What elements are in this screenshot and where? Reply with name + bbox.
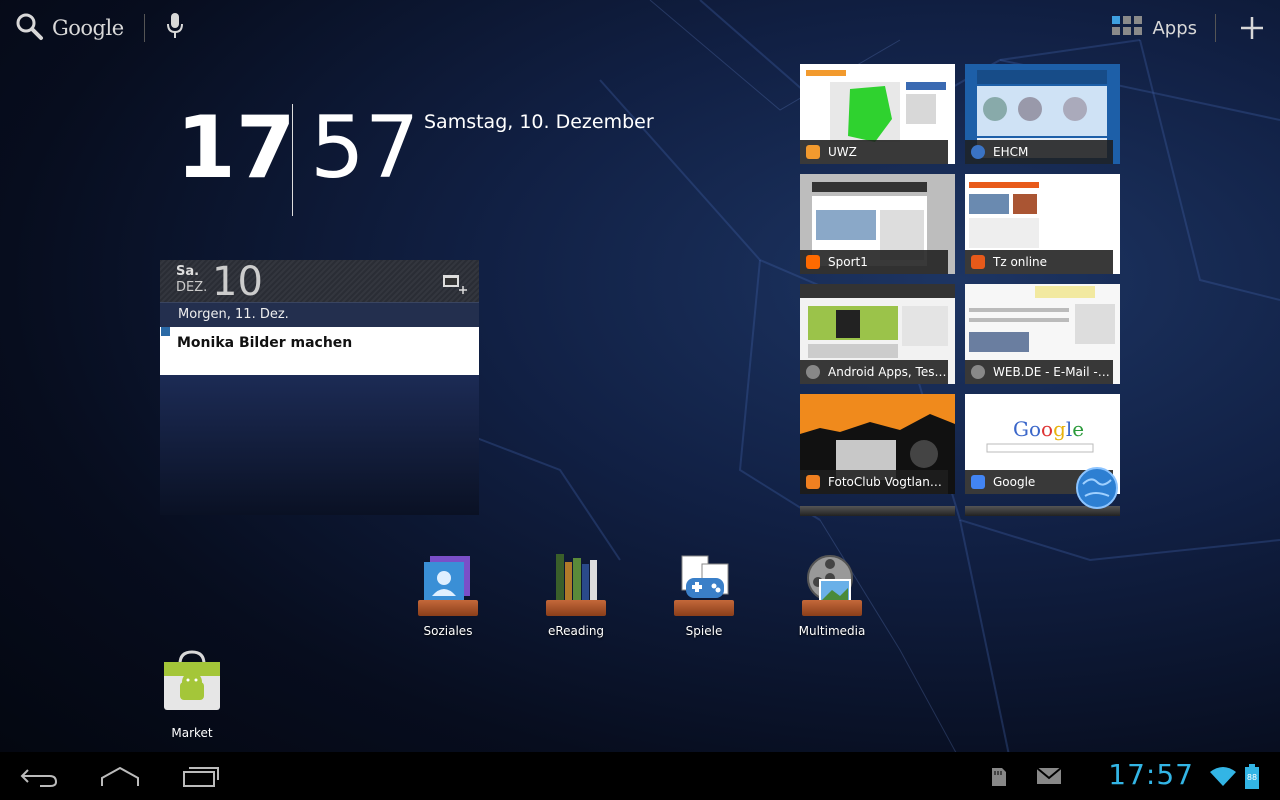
add-widget-button[interactable] — [1234, 10, 1270, 46]
back-icon[interactable] — [20, 762, 60, 790]
bookmark-title: FotoClub Vogtland ... — [800, 470, 948, 494]
bookmark-scroll-edge — [800, 506, 955, 516]
bookmark-tile[interactable]: UWZ — [800, 64, 955, 164]
games-folder-icon — [672, 552, 736, 616]
svg-text:Google: Google — [1013, 417, 1084, 441]
bookmark-title: EHCM — [965, 140, 1113, 164]
apps-divider — [1215, 14, 1216, 42]
sport1-favicon — [806, 255, 820, 269]
browser-globe-icon[interactable] — [1075, 466, 1119, 514]
folder-label: Soziales — [423, 624, 473, 638]
battery-icon: 88 — [1244, 764, 1260, 794]
bookmark-tile[interactable]: Android Apps, Tests... — [800, 284, 955, 384]
folder-ereading[interactable]: eReading — [536, 552, 616, 638]
calendar-day-abbr: Sa. — [176, 264, 200, 279]
system-bar: 17:57 88 — [0, 752, 1280, 800]
clock-date: Samstag, 10. Dezember — [424, 111, 654, 133]
bookmark-tile[interactable]: Sport1 — [800, 174, 955, 274]
calendar-widget[interactable]: Sa. DEZ. 10 Morgen, 11. Dez. Monika Bild… — [160, 259, 479, 515]
recent-apps-icon[interactable] — [182, 762, 222, 790]
google-favicon — [971, 475, 985, 489]
bookmark-title: WEB.DE - E-Mail - S... — [965, 360, 1113, 384]
calendar-next-day: Morgen, 11. Dez. — [160, 302, 479, 327]
voice-search-icon[interactable] — [165, 11, 185, 45]
plus-icon — [1241, 17, 1263, 39]
market-shortcut[interactable]: Market — [158, 650, 226, 740]
apps-grid-icon — [1110, 14, 1144, 42]
bookmark-title: UWZ — [800, 140, 948, 164]
bookmark-tile[interactable]: EHCM — [965, 64, 1120, 164]
fotoclub-favicon — [806, 475, 820, 489]
bookmark-tile[interactable]: Tz online — [965, 174, 1120, 274]
search-divider — [143, 14, 145, 42]
clock-minutes: 57 — [310, 98, 420, 198]
wifi-icon — [1208, 764, 1238, 792]
calendar-event-title: Monika Bilder machen — [177, 335, 353, 351]
calendar-event[interactable]: Monika Bilder machen — [160, 327, 479, 375]
clock-divider — [292, 104, 293, 216]
folder-label: Multimedia — [798, 624, 866, 638]
folder-label: eReading — [547, 624, 605, 638]
google-search-bar[interactable]: Google — [14, 10, 185, 46]
folder-multimedia[interactable]: Multimedia — [792, 552, 872, 638]
calendar-color-marker — [161, 327, 170, 336]
apps-label: Apps — [1152, 17, 1197, 39]
tz-favicon — [971, 255, 985, 269]
calendar-day-number: 10 — [212, 259, 263, 305]
home-icon[interactable] — [100, 762, 140, 790]
market-bag-icon — [164, 650, 220, 710]
folder-soziales[interactable]: Soziales — [408, 552, 488, 638]
apps-button[interactable]: Apps — [1110, 14, 1197, 42]
search-icon[interactable] — [14, 11, 44, 45]
status-time[interactable]: 17:57 — [1108, 758, 1194, 791]
bookmark-tile[interactable]: FotoClub Vogtland ... — [800, 394, 955, 494]
uwz-favicon — [806, 145, 820, 159]
folder-spiele[interactable]: Spiele — [664, 552, 744, 638]
clock-hours: 17 — [176, 98, 296, 198]
globe-favicon — [971, 365, 985, 379]
calendar-header: Sa. DEZ. 10 — [160, 259, 479, 305]
bookmark-title: Sport1 — [800, 250, 948, 274]
books-folder-icon — [544, 552, 608, 616]
bookmark-title: Tz online — [965, 250, 1113, 274]
contacts-folder-icon — [416, 552, 480, 616]
folder-label: Spiele — [685, 624, 723, 638]
battery-level: 88 — [1246, 773, 1258, 782]
top-actions: Apps — [1110, 10, 1270, 46]
market-label: Market — [171, 726, 213, 740]
bookmark-title: Android Apps, Tests... — [800, 360, 948, 384]
sd-card-icon[interactable] — [990, 766, 1008, 792]
calendar-month-abbr: DEZ. — [176, 280, 208, 295]
google-search-label[interactable]: Google — [52, 16, 124, 40]
mail-icon[interactable] — [1036, 766, 1062, 790]
add-event-icon[interactable] — [441, 270, 467, 294]
multimedia-folder-icon — [800, 552, 864, 616]
globe-favicon — [806, 365, 820, 379]
ehcm-favicon — [971, 145, 985, 159]
bookmark-tile[interactable]: WEB.DE - E-Mail - S... — [965, 284, 1120, 384]
